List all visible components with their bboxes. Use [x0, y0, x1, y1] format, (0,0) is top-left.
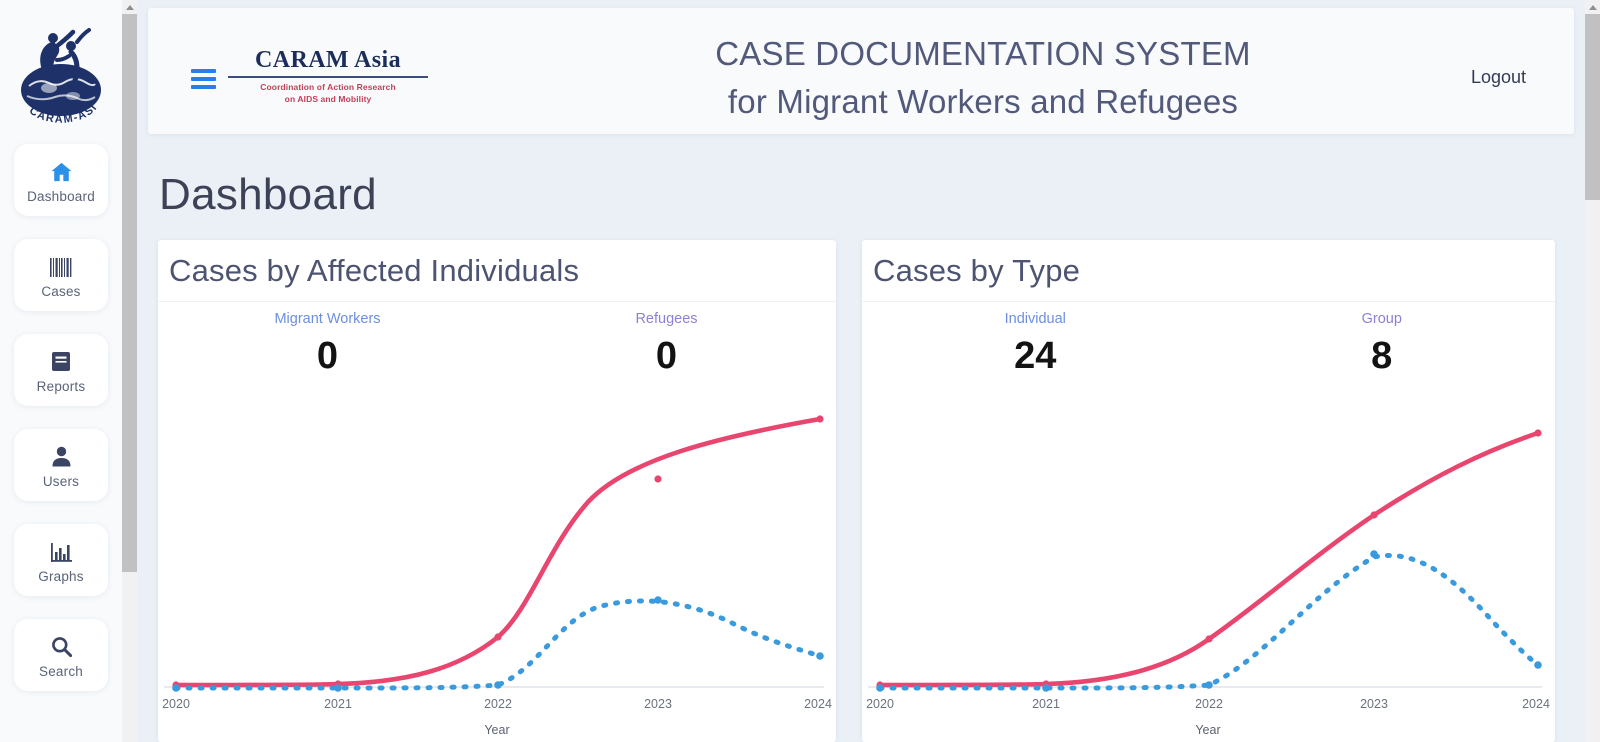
series-line-individual — [877, 430, 1541, 688]
stat-migrant-workers: Migrant Workers 0 — [158, 310, 497, 381]
logo-tagline-line-1: Coordination of Action Research — [260, 82, 396, 93]
logout-button[interactable]: Logout — [1471, 67, 1526, 88]
series-line-group — [877, 553, 1541, 691]
x-tick-label: 2020 — [866, 697, 894, 711]
card-header: Cases by Affected Individuals — [158, 240, 836, 302]
series-line-migrant-workers — [173, 416, 823, 688]
user-icon — [51, 441, 72, 467]
stat-value: 0 — [316, 334, 339, 377]
series-markers-migrant-workers — [172, 415, 824, 689]
scroll-up-arrow-icon[interactable] — [122, 0, 137, 14]
x-tick-label: 2023 — [1360, 697, 1388, 711]
scrollbar-thumb[interactable] — [122, 14, 137, 572]
card-title: Cases by Affected Individuals — [169, 252, 580, 288]
stat-label: Refugees — [635, 311, 698, 327]
sidebar-item-search[interactable]: Search — [14, 619, 108, 691]
sidebar-item-cases[interactable]: Cases — [14, 239, 108, 311]
app-header: CARAM Asia Coordination of Action Resear… — [148, 8, 1574, 134]
x-tick-label: 2024 — [804, 697, 832, 711]
sidebar-item-reports[interactable]: Reports — [14, 334, 108, 406]
page-title: Dashboard — [159, 170, 377, 219]
barcode-icon — [50, 251, 72, 277]
x-tick-label: 2020 — [162, 697, 190, 711]
stat-label: Individual — [1004, 311, 1066, 327]
sidebar-nav: Dashboard Cases Reports Users Graphs Sea… — [0, 134, 122, 714]
sidebar-item-graphs[interactable]: Graphs — [14, 524, 108, 596]
stat-label: Group — [1361, 311, 1402, 327]
stat-group: Group 8 — [1209, 310, 1556, 381]
series-markers-group — [876, 550, 1542, 692]
sidebar-item-label: Users — [42, 474, 80, 489]
hamburger-icon[interactable] — [191, 69, 216, 89]
series-markers-refugees — [172, 596, 824, 692]
page-scrollbar[interactable] — [1585, 0, 1600, 742]
sidebar-item-label: Reports — [36, 379, 86, 394]
scrollbar-thumb[interactable] — [1585, 14, 1600, 200]
x-tick-label: 2023 — [644, 697, 672, 711]
scroll-up-arrow-icon[interactable] — [1585, 0, 1600, 14]
x-tick-label: 2021 — [1032, 697, 1060, 711]
sidebar-scrollbar[interactable] — [122, 0, 137, 742]
chart-cases-by-type: 2020 2021 2022 2023 2024 Year — [862, 397, 1555, 742]
sidebar-item-label: Cases — [41, 284, 81, 299]
stat-refugees: Refugees 0 — [497, 310, 836, 381]
series-line-refugees — [173, 598, 823, 691]
main-content: CARAM Asia Coordination of Action Resear… — [137, 0, 1585, 742]
logo-divider — [228, 76, 428, 79]
sidebar-item-users[interactable]: Users — [14, 429, 108, 501]
sidebar-item-label: Search — [39, 664, 83, 679]
magnifier-icon — [51, 631, 72, 657]
stats-row: Migrant Workers 0 Refugees 0 — [158, 302, 836, 381]
stat-individual: Individual 24 — [862, 310, 1209, 381]
app-title-line-2: for Migrant Workers and Refugees — [727, 82, 1239, 120]
sidebar-item-label: Graphs — [38, 569, 84, 584]
stat-value: 8 — [1371, 334, 1393, 377]
logo-tagline-line-2: on AIDS and Mobility — [284, 93, 372, 104]
sidebar-item-label: Dashboard — [27, 189, 95, 204]
x-axis-title: Year — [484, 723, 509, 737]
home-icon — [50, 156, 73, 182]
card-title: Cases by Type — [873, 252, 1081, 288]
stat-label: Migrant Workers — [274, 311, 381, 327]
app-root: CARAM-ASIA Dashboard — [0, 0, 1600, 742]
chart-cases-by-affected-individuals: 2020 2021 2022 2023 2024 Year — [158, 397, 836, 742]
logo-title: CARAM Asia — [255, 47, 401, 73]
x-tick-label: 2021 — [324, 697, 352, 711]
caram-asia-logo: CARAM-ASIA — [13, 16, 109, 134]
stat-value: 0 — [655, 334, 678, 377]
x-tick-label: 2022 — [484, 697, 512, 711]
app-title: CASE DOCUMENTATION SYSTEM for Migrant Wo… — [478, 30, 1488, 126]
x-axis-title: Year — [1195, 723, 1220, 737]
book-icon — [51, 346, 71, 372]
card-header: Cases by Type — [862, 240, 1555, 302]
sidebar-item-dashboard[interactable]: Dashboard — [14, 144, 108, 216]
series-markers-individual — [876, 429, 1542, 689]
x-tick-label: 2024 — [1522, 697, 1550, 711]
caram-asia-wordmark: CARAM Asia Coordination of Action Resear… — [228, 47, 428, 105]
card-cases-by-type: Cases by Type Individual 24 Group 8 2020… — [862, 240, 1555, 742]
stats-row: Individual 24 Group 8 — [862, 302, 1555, 381]
app-title-line-1: CASE DOCUMENTATION SYSTEM — [715, 35, 1251, 72]
x-tick-label: 2022 — [1195, 697, 1223, 711]
sidebar: CARAM-ASIA Dashboard — [0, 0, 122, 742]
bar-chart-icon — [50, 536, 72, 562]
stat-value: 24 — [1014, 334, 1057, 377]
card-cases-by-affected-individuals: Cases by Affected Individuals Migrant Wo… — [158, 240, 836, 742]
